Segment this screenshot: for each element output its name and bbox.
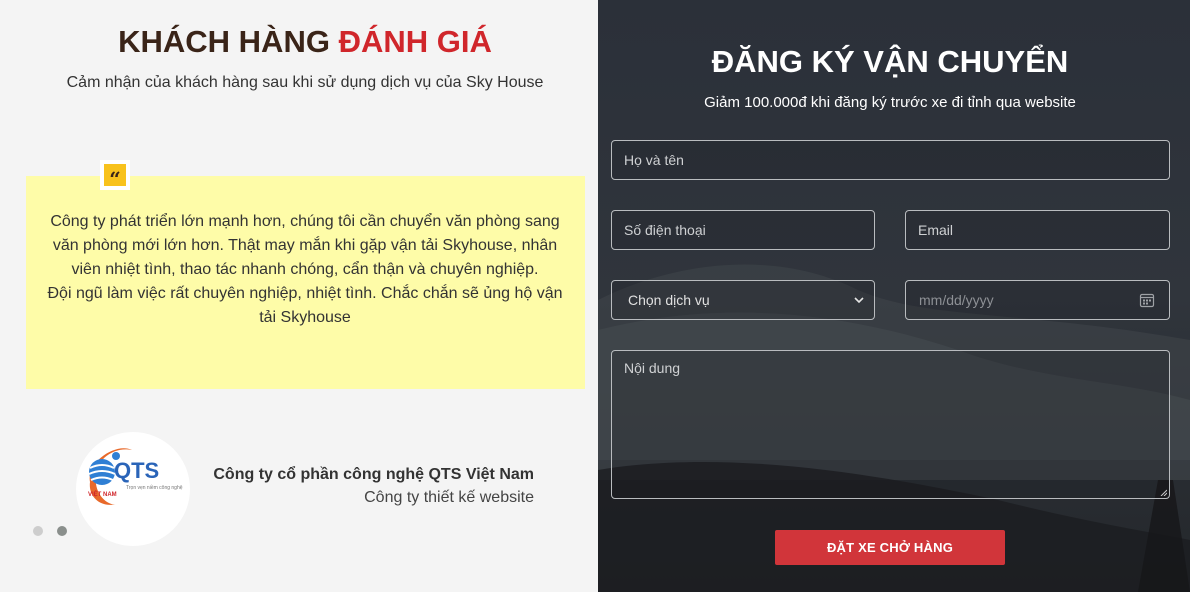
logo-text: QTS xyxy=(114,458,159,483)
phone-field-wrapper xyxy=(611,210,875,250)
date-placeholder: mm/dd/yyyy xyxy=(919,292,994,308)
testimonials-section: KHÁCH HÀNG ĐÁNH GIÁ Cảm nhận của khách h… xyxy=(0,0,598,592)
registration-section: ĐĂNG KÝ VẬN CHUYỂN Giảm 100.000đ khi đăn… xyxy=(598,0,1190,592)
service-select[interactable]: Chọn dịch vụ xyxy=(611,280,875,320)
quote-icon: “ xyxy=(100,160,130,190)
qts-logo-graphic: QTS Trọn vẹn niềm công nghệ VIỆT NAM xyxy=(88,448,183,505)
chevron-down-icon xyxy=(854,297,864,304)
book-truck-button[interactable]: ĐẶT XE CHỞ HÀNG xyxy=(775,530,1005,565)
content-textarea[interactable] xyxy=(612,351,1169,498)
phone-input[interactable] xyxy=(612,211,874,249)
company-logo: QTS Trọn vẹn niềm công nghệ VIỆT NAM xyxy=(76,432,190,546)
testimonial-line: tải Skyhouse xyxy=(259,309,351,326)
testimonial-text: Công ty phát triển lớn mạnh hơn, chúng t… xyxy=(40,210,570,330)
testimonials-title: KHÁCH HÀNG ĐÁNH GIÁ xyxy=(0,24,610,60)
logo-tagline: Trọn vẹn niềm công nghệ xyxy=(126,485,183,491)
company-description: Công ty thiết kế website xyxy=(364,489,534,506)
date-input[interactable]: mm/dd/yyyy xyxy=(905,280,1170,320)
testimonials-subtitle: Cảm nhận của khách hàng sau khi sử dụng … xyxy=(66,74,544,91)
testimonial-line: văn phòng mới lớn hơn. Thật may mắn khi … xyxy=(52,237,558,254)
form-title: ĐĂNG KÝ VẬN CHUYỂN xyxy=(711,44,1069,79)
email-field-wrapper xyxy=(905,210,1170,250)
calendar-icon[interactable] xyxy=(1139,292,1155,308)
service-select-value: Chọn dịch vụ xyxy=(628,292,710,308)
carousel-dot-2[interactable] xyxy=(57,526,67,536)
form-subtitle: Giảm 100.000đ khi đăng ký trước xe đi tỉ… xyxy=(704,94,1076,111)
testimonial-line: viên nhiệt tình, thao tác nhanh chóng, c… xyxy=(71,261,539,278)
carousel-dots xyxy=(33,526,67,536)
email-input[interactable] xyxy=(906,211,1169,249)
name-field-wrapper xyxy=(611,140,1170,180)
resize-grip-icon[interactable] xyxy=(1159,488,1167,496)
testimonial-line: Đội ngũ làm việc rất chuyên nghiệp, nhiệ… xyxy=(47,285,563,302)
testimonials-title-part1: KHÁCH HÀNG xyxy=(118,24,330,59)
name-input[interactable] xyxy=(612,141,1169,179)
content-field-wrapper xyxy=(611,350,1170,499)
testimonial-line: Công ty phát triển lớn mạnh hơn, chúng t… xyxy=(50,213,560,230)
testimonials-title-part2: ĐÁNH GIÁ xyxy=(338,24,492,59)
carousel-dot-1[interactable] xyxy=(33,526,43,536)
logo-country: VIỆT NAM xyxy=(88,490,117,498)
company-name: Công ty cổ phần công nghệ QTS Việt Nam xyxy=(213,466,534,483)
